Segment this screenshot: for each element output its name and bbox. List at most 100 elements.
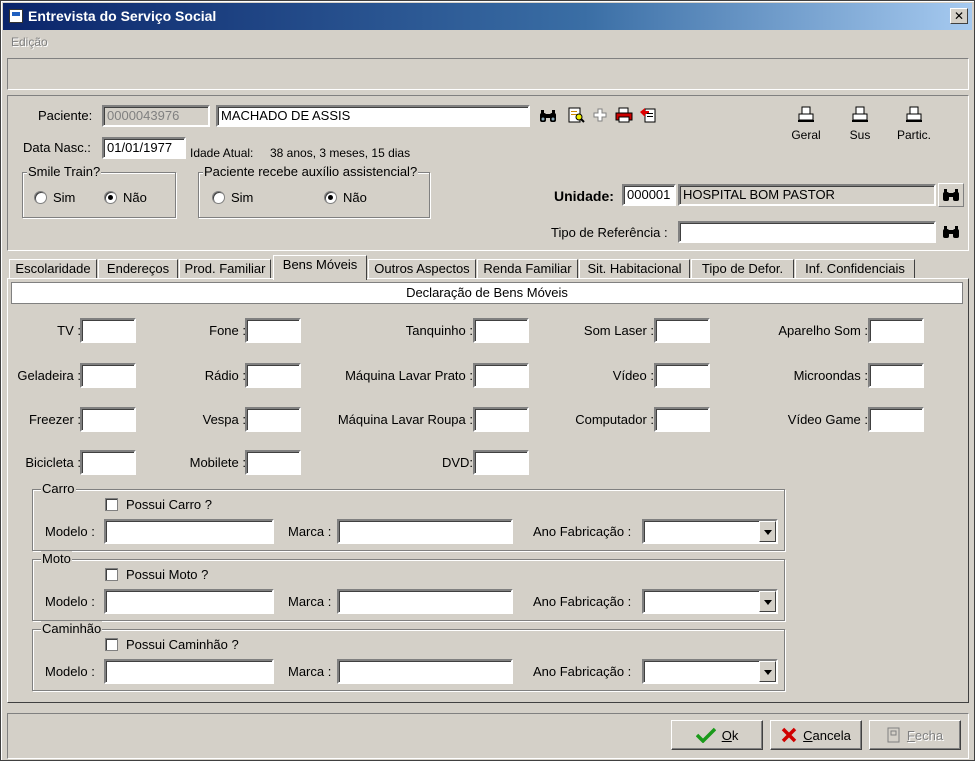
patient-header-panel: Paciente: 0000043976 MACHADO DE ASSIS Ge… bbox=[7, 95, 969, 251]
cancel-button[interactable]: Cancela bbox=[770, 720, 862, 750]
has-truck-checkbox[interactable] bbox=[105, 638, 118, 651]
car-model-label: Modelo : bbox=[45, 524, 95, 539]
has-moto-checkbox[interactable] bbox=[105, 568, 118, 581]
tab-tipo-defor[interactable]: Tipo de Defor. bbox=[691, 259, 794, 279]
aparelho-som-input[interactable] bbox=[868, 318, 924, 343]
assistance-sim-label: Sim bbox=[231, 190, 254, 205]
chevron-down-icon[interactable] bbox=[759, 591, 776, 612]
referral-label: Tipo de Referência : bbox=[551, 225, 668, 240]
section-title: Declaração de Bens Móveis bbox=[11, 282, 963, 304]
referral-field[interactable] bbox=[678, 221, 936, 243]
dvd-input[interactable] bbox=[473, 450, 529, 475]
tool-strip bbox=[7, 58, 969, 90]
assistance-nao-radio[interactable] bbox=[324, 191, 337, 204]
maquina-lavar-roupa-input[interactable] bbox=[473, 407, 529, 432]
tanquinho-input[interactable] bbox=[473, 318, 529, 343]
moto-model-input[interactable] bbox=[104, 589, 274, 614]
birth-date-label: Data Nasc.: bbox=[23, 140, 91, 155]
printer-icon bbox=[852, 106, 868, 122]
bicicleta-input[interactable] bbox=[80, 450, 136, 475]
video-input[interactable] bbox=[654, 363, 710, 388]
print-partic-button[interactable]: Partic. bbox=[892, 104, 936, 148]
tab-outros-aspectos[interactable]: Outros Aspectos bbox=[368, 259, 476, 279]
mobilete-label: Mobilete : bbox=[189, 455, 246, 470]
moto-year-select[interactable] bbox=[642, 589, 778, 614]
som-laser-input[interactable] bbox=[654, 318, 710, 343]
cancel-rest: ancela bbox=[812, 727, 851, 743]
geladeira-input[interactable] bbox=[80, 363, 136, 388]
main-window: Entrevista do Serviço Social ✕ Edição Pa… bbox=[0, 0, 975, 761]
microondas-input[interactable] bbox=[868, 363, 924, 388]
has-car-checkbox[interactable] bbox=[105, 498, 118, 511]
car-brand-input[interactable] bbox=[337, 519, 513, 544]
moto-brand-input[interactable] bbox=[337, 589, 513, 614]
binoculars-icon[interactable] bbox=[538, 107, 558, 125]
printer-icon[interactable] bbox=[614, 106, 634, 124]
tab-strip: Escolaridade Endereços Prod. Familiar Be… bbox=[7, 255, 969, 280]
bicicleta-label: Bicicleta : bbox=[25, 455, 81, 470]
smile-train-nao-label: Não bbox=[123, 190, 147, 205]
truck-brand-input[interactable] bbox=[337, 659, 513, 684]
patient-id-field[interactable]: 0000043976 bbox=[102, 105, 210, 127]
moto-group-title: Moto bbox=[41, 551, 72, 566]
patient-name-field[interactable]: MACHADO DE ASSIS bbox=[216, 105, 530, 127]
document-search-icon[interactable] bbox=[566, 106, 586, 124]
close-label: Fecha bbox=[907, 728, 943, 743]
car-group: Carro Possui Carro ? Modelo : Marca : An… bbox=[32, 481, 785, 551]
close-window-button[interactable]: ✕ bbox=[950, 8, 968, 24]
truck-year-select[interactable] bbox=[642, 659, 778, 684]
title-bar[interactable]: Entrevista do Serviço Social ✕ bbox=[3, 3, 972, 30]
ok-label: Ok bbox=[722, 728, 739, 743]
tab-escolaridade[interactable]: Escolaridade bbox=[9, 259, 97, 279]
app-icon bbox=[9, 9, 23, 23]
cancel-label: Cancela bbox=[803, 728, 851, 743]
unit-search-button[interactable] bbox=[938, 183, 964, 207]
birth-date-field[interactable]: 01/01/1977 bbox=[102, 137, 186, 159]
tab-inf-confidenciais[interactable]: Inf. Confidenciais bbox=[795, 259, 915, 279]
tab-enderecos[interactable]: Endereços bbox=[98, 259, 178, 279]
close-accel: F bbox=[906, 727, 915, 743]
tab-prod-familiar[interactable]: Prod. Familiar bbox=[179, 259, 271, 279]
car-year-select[interactable] bbox=[642, 519, 778, 544]
fone-input[interactable] bbox=[245, 318, 301, 343]
menu-edicao[interactable]: Edição bbox=[11, 35, 48, 49]
has-moto-label: Possui Moto ? bbox=[126, 567, 209, 582]
unit-code-field[interactable]: 000001 bbox=[622, 184, 676, 206]
chevron-down-icon[interactable] bbox=[759, 521, 776, 542]
menu-bar: Edição bbox=[3, 31, 972, 53]
chevron-down-icon[interactable] bbox=[759, 661, 776, 682]
moto-group: Moto Possui Moto ? Modelo : Marca : Ano … bbox=[32, 551, 785, 621]
maquina-lavar-prato-input[interactable] bbox=[473, 363, 529, 388]
computador-input[interactable] bbox=[654, 407, 710, 432]
cancel-accel: C bbox=[803, 727, 813, 743]
car-model-input[interactable] bbox=[104, 519, 274, 544]
video-game-label: Vídeo Game : bbox=[787, 412, 868, 427]
add-icon[interactable] bbox=[590, 106, 610, 124]
video-label: Vídeo : bbox=[612, 368, 654, 383]
freezer-input[interactable] bbox=[80, 407, 136, 432]
tab-bens-moveis[interactable]: Bens Móveis bbox=[273, 255, 367, 280]
moto-year-label: Ano Fabricação : bbox=[533, 594, 632, 609]
print-geral-button[interactable]: Geral bbox=[784, 104, 828, 148]
radio-input[interactable] bbox=[245, 363, 301, 388]
window-title: Entrevista do Serviço Social bbox=[28, 8, 217, 24]
mobilete-input[interactable] bbox=[245, 450, 301, 475]
smile-train-nao-radio[interactable] bbox=[104, 191, 117, 204]
print-sus-label: Sus bbox=[849, 128, 871, 142]
tv-input[interactable] bbox=[80, 318, 136, 343]
referral-search-button[interactable] bbox=[938, 220, 964, 244]
unit-name-field[interactable]: HOSPITAL BOM PASTOR bbox=[678, 184, 936, 206]
tab-renda-familiar[interactable]: Renda Familiar bbox=[477, 259, 578, 279]
close-button[interactable]: Fecha bbox=[869, 720, 961, 750]
smile-train-sim-radio[interactable] bbox=[34, 191, 47, 204]
assistance-sim-radio[interactable] bbox=[212, 191, 225, 204]
printer-icon bbox=[906, 106, 922, 122]
vespa-input[interactable] bbox=[245, 407, 301, 432]
truck-model-input[interactable] bbox=[104, 659, 274, 684]
fone-label: Fone : bbox=[209, 323, 246, 338]
ok-button[interactable]: Ok bbox=[671, 720, 763, 750]
video-game-input[interactable] bbox=[868, 407, 924, 432]
document-red-icon[interactable] bbox=[638, 106, 658, 124]
tab-sit-habitacional[interactable]: Sit. Habitacional bbox=[579, 259, 690, 279]
print-sus-button[interactable]: Sus bbox=[838, 104, 882, 148]
